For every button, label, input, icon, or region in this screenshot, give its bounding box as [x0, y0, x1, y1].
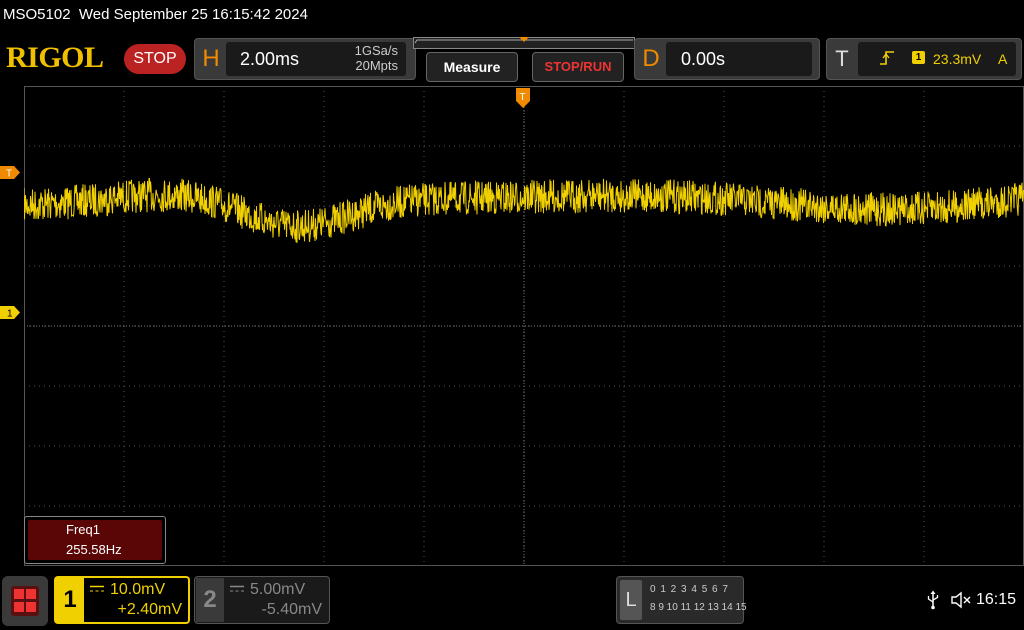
- memory-timeline: [413, 37, 635, 49]
- system-clock: 16:15: [976, 591, 1017, 608]
- main-menu-button[interactable]: [2, 576, 48, 626]
- datetime: Wed September 25 16:15:42 2024: [78, 6, 308, 23]
- usb-icon: [927, 590, 939, 610]
- acquisition-info: 1GSa/s 20Mpts: [320, 43, 398, 73]
- channel2-scale: 5.00mV: [250, 581, 306, 598]
- measure-button[interactable]: Measure: [426, 52, 518, 82]
- timebase-scale: 2.00ms: [240, 49, 300, 69]
- trigger-level: 23.3mV: [933, 51, 982, 67]
- logic-channels-row2: 8 9 10 11 12 13 14 15: [650, 602, 747, 613]
- trigger-label: T: [835, 46, 849, 71]
- horizontal-label: H: [202, 45, 220, 72]
- svg-text:T: T: [6, 169, 12, 180]
- channel1-scale: 10.0mV: [110, 581, 166, 598]
- logic-label: L: [620, 580, 642, 620]
- rising-edge-icon: [880, 51, 894, 65]
- svg-text:T: T: [520, 92, 526, 103]
- memory-depth: 20Mpts: [355, 58, 398, 73]
- delay-value: 0.00s: [681, 49, 726, 69]
- model-name: MSO5102: [3, 6, 71, 23]
- measurement-name: Freq1: [66, 522, 100, 537]
- trigger-level-marker[interactable]: T: [0, 166, 20, 179]
- channel1-ground-marker[interactable]: 1: [0, 306, 20, 319]
- channel1-number: 1: [56, 578, 84, 622]
- delay-label: D: [642, 45, 660, 72]
- channel1-offset: +2.40mV: [117, 601, 182, 618]
- waveform-display[interactable]: [24, 86, 1024, 566]
- sample-rate: 1GSa/s: [354, 43, 398, 58]
- svg-text:1: 1: [7, 309, 13, 320]
- dc-coupling-icon: [230, 585, 244, 592]
- trigger-source-badge: 1: [912, 51, 925, 64]
- dc-coupling-icon: [90, 585, 104, 592]
- graticule: [24, 86, 1024, 566]
- measurement-value: 255.58Hz: [66, 542, 122, 557]
- rigol-logo: RIGOL: [6, 41, 104, 74]
- trigger-position-marker[interactable]: T: [516, 88, 530, 108]
- logic-channels-row1: 0 1 2 3 4 5 6 7: [650, 584, 729, 595]
- stop-run-button[interactable]: STOP/RUN: [532, 52, 624, 82]
- status-line: MSO5102 Wed September 25 16:15:42 2024: [0, 0, 1024, 30]
- channel2-number: 2: [196, 578, 224, 622]
- channel2-offset: -5.40mV: [261, 601, 322, 618]
- speaker-muted-icon[interactable]: [950, 590, 972, 610]
- run-state-badge: STOP: [124, 44, 186, 74]
- trigger-mode: A: [998, 51, 1008, 67]
